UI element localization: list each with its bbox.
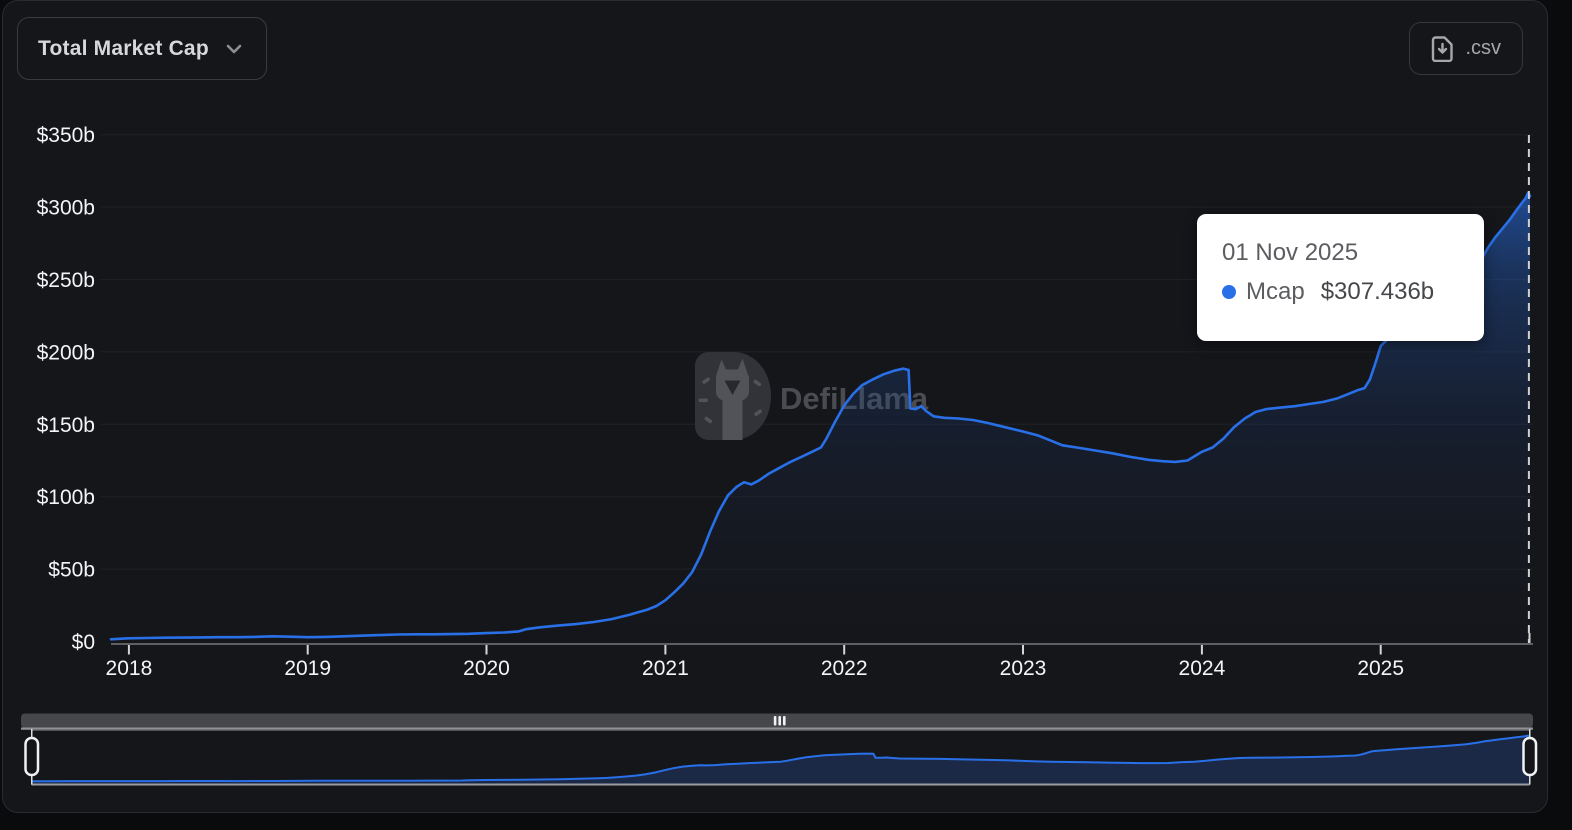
metric-dropdown[interactable]: Total Market Cap: [17, 17, 267, 80]
y-tick-label: $200b: [37, 341, 95, 364]
y-tick-label: $350b: [37, 124, 95, 147]
y-axis-labels: $0 $50b $100b $150b $200b $250b $300b $350b: [37, 124, 95, 654]
metric-dropdown-label: Total Market Cap: [38, 36, 209, 60]
x-tick-label: 2020: [463, 657, 510, 680]
brush-panel: [21, 713, 1538, 786]
tooltip-series-value: $307.436b: [1320, 278, 1435, 305]
tooltip-series-label: Mcap: [1246, 278, 1305, 305]
csv-button-label: .csv: [1465, 37, 1501, 59]
market-cap-chart-canvas[interactable]: DefiLlama $0$50b$100b$150b$200b$250b$300…: [3, 1, 1572, 830]
x-tick-label: 2021: [642, 657, 689, 680]
y-tick-label: $0: [72, 631, 95, 654]
tooltip-series-row: Mcap $307.436b: [1222, 278, 1484, 306]
x-tick-label: 2022: [821, 657, 868, 680]
csv-download-button[interactable]: .csv: [1409, 22, 1523, 75]
chart-tooltip: 01 Nov 2025 Mcap $307.436b: [1197, 214, 1484, 341]
y-tick-label: $250b: [37, 269, 95, 292]
brush-area-fill: [31, 735, 1530, 785]
y-tick-label: $150b: [37, 414, 95, 437]
page: DefiLlama $0$50b$100b$150b$200b$250b$300…: [0, 0, 1572, 830]
y-tick-label: $100b: [37, 486, 95, 509]
x-tick-label: 2024: [1179, 657, 1226, 680]
chevron-down-icon: [226, 44, 242, 53]
mcap-series-dot: [1222, 285, 1236, 299]
tooltip-date: 01 Nov 2025: [1222, 239, 1359, 266]
x-tick-label: 2019: [284, 657, 331, 680]
x-tick-label: 2018: [106, 657, 153, 680]
download-file-icon: [1432, 35, 1454, 62]
y-tick-label: $50b: [48, 559, 95, 582]
x-tick-label: 2025: [1357, 657, 1404, 680]
y-tick-label: $300b: [37, 197, 95, 220]
brush-scrollbar[interactable]: [21, 713, 1533, 729]
x-axis-labels: 2018 2019 2020 2021 2022 2023 2024 2025: [106, 657, 1405, 680]
x-tick-label: 2023: [1000, 657, 1047, 680]
brush-handle-left[interactable]: [24, 729, 40, 785]
chart-card: DefiLlama $0$50b$100b$150b$200b$250b$300…: [2, 0, 1548, 813]
scrollbar-grip[interactable]: [773, 716, 786, 726]
